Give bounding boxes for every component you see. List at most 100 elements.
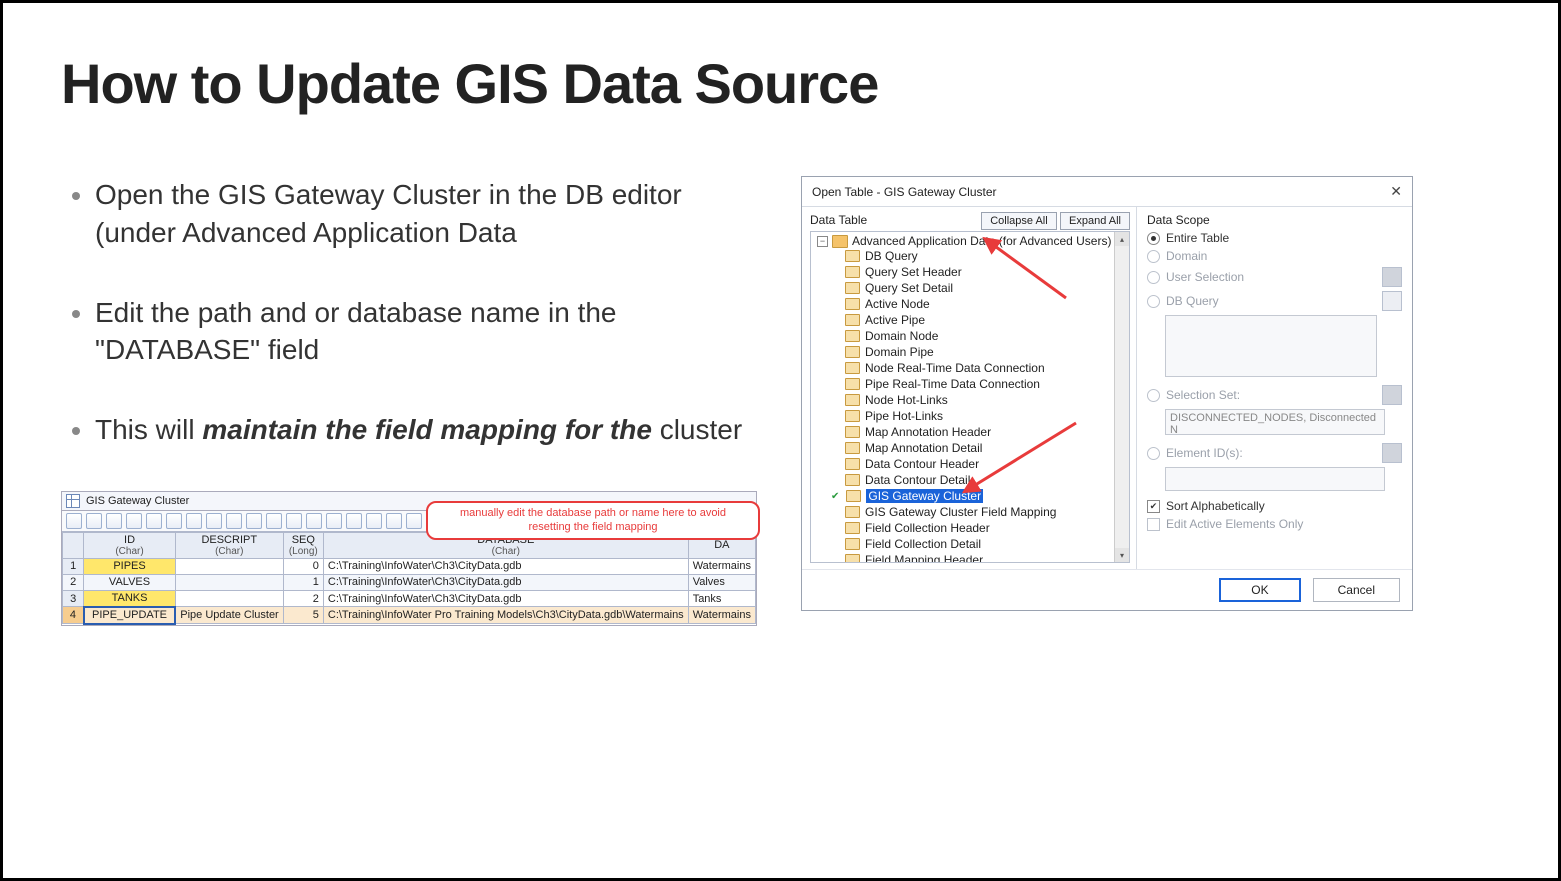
toolbar-button[interactable] [306,513,322,529]
cell-da[interactable]: Watermains [688,558,755,574]
expand-all-button[interactable]: Expand All [1060,212,1130,230]
radio-icon [1147,295,1160,308]
tree-item[interactable]: Pipe Real-Time Data Connection [817,376,1127,392]
ok-button[interactable]: OK [1219,578,1300,602]
tree-item[interactable]: Field Collection Detail [817,536,1127,552]
data-table-tree[interactable]: − Advanced Application Data (for Advance… [810,231,1130,563]
tree-item-label: Query Set Header [865,265,962,279]
cell-seq[interactable]: 1 [283,574,323,590]
folder-icon [845,410,860,422]
cell-da[interactable]: Tanks [688,590,755,607]
tree-item[interactable]: Field Collection Header [817,520,1127,536]
edit-active-row: Edit Active Elements Only [1147,517,1402,531]
toolbar-button[interactable] [186,513,202,529]
tree-item[interactable]: Domain Node [817,328,1127,344]
bullet-list: Open the GIS Gateway Cluster in the DB e… [61,176,761,449]
scroll-down-icon[interactable]: ▾ [1115,548,1129,562]
collapse-all-button[interactable]: Collapse All [981,212,1056,230]
folder-icon [845,554,860,563]
scope-domain: Domain [1147,249,1402,263]
tree-item[interactable]: Data Contour Header [817,456,1127,472]
tree-item-label: Map Annotation Header [865,425,991,439]
tree-item[interactable]: Field Mapping Header [817,552,1127,563]
tree-item[interactable]: GIS Gateway Cluster [817,488,1127,504]
tree-item-label: Active Node [865,297,930,311]
data-table-label: Data Table [810,213,867,227]
toolbar-button[interactable] [346,513,362,529]
close-icon[interactable]: ✕ [1390,183,1402,200]
cell-database[interactable]: C:\Training\InfoWater Pro Training Model… [323,607,688,624]
cell-seq[interactable]: 5 [283,607,323,624]
cell-descript[interactable] [175,590,283,607]
cancel-button[interactable]: Cancel [1313,578,1400,602]
radio-icon[interactable] [1147,232,1160,245]
tree-item[interactable]: Active Node [817,296,1127,312]
cell-id[interactable]: VALVES [84,574,176,590]
cell-database[interactable]: C:\Training\InfoWater\Ch3\CityData.gdb [323,590,688,607]
toolbar-button[interactable] [326,513,342,529]
bullet-3-a: This will [95,414,202,445]
tree-item[interactable]: Domain Pipe [817,344,1127,360]
toolbar-button[interactable] [106,513,122,529]
cell-database[interactable]: C:\Training\InfoWater\Ch3\CityData.gdb [323,574,688,590]
tree-root[interactable]: − Advanced Application Data (for Advance… [817,234,1127,248]
cell-da[interactable]: Watermains [688,607,755,624]
toolbar-button[interactable] [146,513,162,529]
toolbar-button[interactable] [386,513,402,529]
tree-scrollbar[interactable]: ▴ ▾ [1114,232,1129,562]
tree-item[interactable]: Node Real-Time Data Connection [817,360,1127,376]
tree-item-label: Pipe Hot-Links [865,409,943,423]
tree-item-label: Field Mapping Header [865,553,983,563]
toolbar-button[interactable] [166,513,182,529]
tree-item[interactable]: Map Annotation Header [817,424,1127,440]
user-selection-button [1382,267,1402,287]
folder-icon [845,250,860,262]
toolbar-button[interactable] [126,513,142,529]
table-row[interactable]: 1 PIPES 0 C:\Training\InfoWater\Ch3\City… [63,558,756,574]
scope-user-sel-label: User Selection [1166,270,1244,284]
toolbar-button[interactable] [66,513,82,529]
radio-icon [1147,250,1160,263]
cell-descript[interactable] [175,574,283,590]
tree-item[interactable]: Query Set Detail [817,280,1127,296]
tree-root-label: Advanced Application Data (for Advanced … [852,234,1111,248]
cell-seq[interactable]: 2 [283,590,323,607]
tree-item-label: Node Real-Time Data Connection [865,361,1045,375]
toolbar-button[interactable] [266,513,282,529]
table-row-selected[interactable]: 4 PIPE_UPDATE Pipe Update Cluster 5 C:\T… [63,607,756,624]
cell-seq[interactable]: 0 [283,558,323,574]
toolbar-button[interactable] [406,513,422,529]
toolbar-button[interactable] [246,513,262,529]
toolbar-button[interactable] [286,513,302,529]
grid-title-text: GIS Gateway Cluster [86,495,189,507]
toolbar-button[interactable] [226,513,242,529]
checkbox-icon[interactable]: ✔ [1147,500,1160,513]
tree-item[interactable]: Pipe Hot-Links [817,408,1127,424]
cell-descript[interactable] [175,558,283,574]
scope-entire-table[interactable]: Entire Table [1147,231,1402,245]
cell-da[interactable]: Valves [688,574,755,590]
tree-item-label: Data Contour Detail [865,473,970,487]
cell-id[interactable]: TANKS [84,590,176,607]
cell-database[interactable]: C:\Training\InfoWater\Ch3\CityData.gdb [323,558,688,574]
table-row[interactable]: 2 VALVES 1 C:\Training\InfoWater\Ch3\Cit… [63,574,756,590]
tree-item[interactable]: Node Hot-Links [817,392,1127,408]
scroll-up-icon[interactable]: ▴ [1115,232,1129,246]
sort-alpha-row[interactable]: ✔ Sort Alphabetically [1147,499,1402,513]
cell-id-selected[interactable]: PIPE_UPDATE [84,607,176,624]
cell-id[interactable]: PIPES [84,558,176,574]
tree-item[interactable]: GIS Gateway Cluster Field Mapping [817,504,1127,520]
collapse-icon[interactable]: − [817,236,828,247]
toolbar-button[interactable] [86,513,102,529]
toolbar-button[interactable] [366,513,382,529]
tree-item[interactable]: Data Contour Detail [817,472,1127,488]
tree-item[interactable]: Map Annotation Detail [817,440,1127,456]
dialog-footer: OK Cancel [802,569,1412,610]
tree-item[interactable]: Active Pipe [817,312,1127,328]
table-row[interactable]: 3 TANKS 2 C:\Training\InfoWater\Ch3\City… [63,590,756,607]
folder-icon [845,314,860,326]
cell-descript[interactable]: Pipe Update Cluster [175,607,283,624]
tree-item[interactable]: Query Set Header [817,264,1127,280]
toolbar-button[interactable] [206,513,222,529]
tree-item[interactable]: DB Query [817,248,1127,264]
